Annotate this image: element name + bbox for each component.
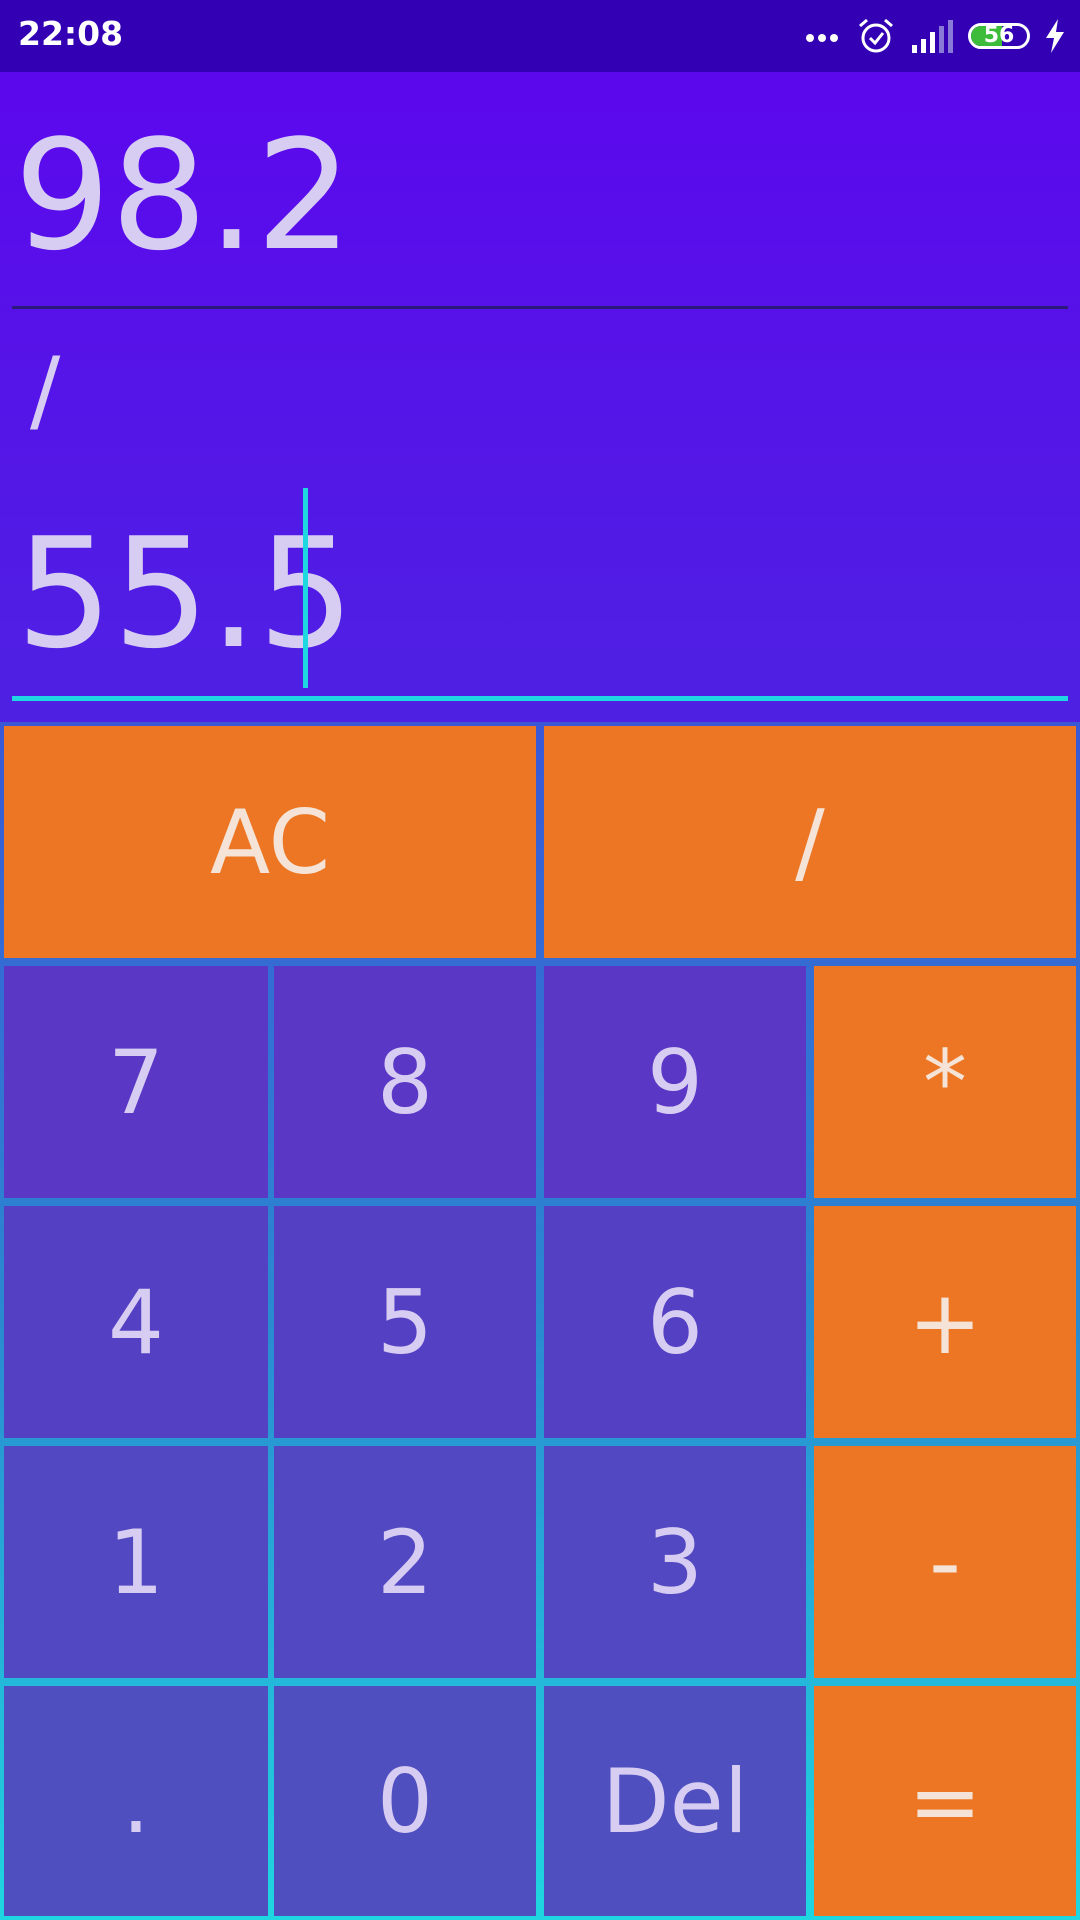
multiply-button[interactable]: * xyxy=(814,966,1076,1198)
digit-7-button[interactable]: 7 xyxy=(4,966,268,1198)
text-caret xyxy=(303,488,308,688)
operator-display: / xyxy=(30,338,61,443)
more-dots-icon xyxy=(806,27,842,46)
battery-icon: 56 xyxy=(968,23,1030,49)
minus-button[interactable]: - xyxy=(814,1446,1076,1678)
digit-1-button[interactable]: 1 xyxy=(4,1446,268,1678)
delete-button[interactable]: Del xyxy=(544,1686,806,1916)
plus-button[interactable]: + xyxy=(814,1206,1076,1438)
digit-0-button[interactable]: 0 xyxy=(274,1686,536,1916)
display-divider xyxy=(12,306,1068,309)
status-icons: 56 xyxy=(806,16,1066,56)
digit-4-button[interactable]: 4 xyxy=(4,1206,268,1438)
clear-button[interactable]: AC xyxy=(4,726,536,958)
result-display: 98.2 xyxy=(14,107,353,284)
digit-6-button[interactable]: 6 xyxy=(544,1206,806,1438)
digit-3-button[interactable]: 3 xyxy=(544,1446,806,1678)
divide-button[interactable]: / xyxy=(544,726,1076,958)
battery-level: 56 xyxy=(983,23,1015,48)
digit-9-button[interactable]: 9 xyxy=(544,966,806,1198)
digit-2-button[interactable]: 2 xyxy=(274,1446,536,1678)
digit-5-button[interactable]: 5 xyxy=(274,1206,536,1438)
signal-icon xyxy=(912,20,953,53)
digit-8-button[interactable]: 8 xyxy=(274,966,536,1198)
equals-button[interactable]: = xyxy=(814,1686,1076,1916)
status-bar: 22:08 56 xyxy=(0,0,1080,72)
status-time: 22:08 xyxy=(18,14,124,53)
alarm-icon xyxy=(859,18,893,53)
number-input-field[interactable]: 55.5 xyxy=(12,484,1068,701)
charging-icon xyxy=(1046,19,1064,53)
decimal-point-button[interactable]: . xyxy=(4,1686,268,1916)
